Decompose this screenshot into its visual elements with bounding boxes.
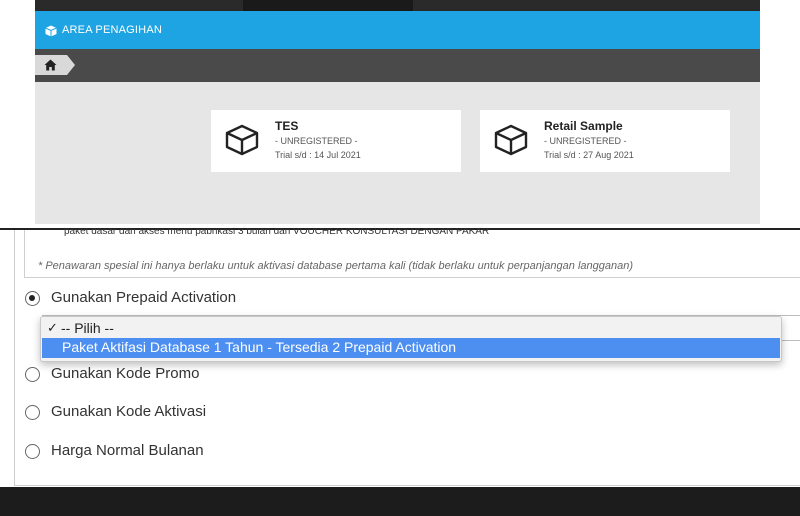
radio-label-prepaid-activation: Gunakan Prepaid Activation [51,289,237,306]
top-window-tab [243,0,413,11]
radio-label-promo-code: Gunakan Kode Promo [51,365,200,382]
top-window-bar [35,0,760,11]
box-icon [45,24,57,37]
dropdown-option-paket-aktifasi[interactable]: Paket Aktifasi Database 1 Tahun - Tersed… [42,338,780,358]
radio-normal-monthly-price[interactable] [25,444,40,459]
card-title: TES [275,119,299,133]
card-trial-date: Trial s/d : 14 Jul 2021 [275,150,361,160]
card-title: Retail Sample [544,119,623,133]
prepaid-dropdown-menu: ✓ -- Pilih -- Paket Aktifasi Database 1 … [40,316,782,362]
area-header-bar: AREA PENAGIHAN [35,11,760,49]
checkmark-icon: ✓ [47,320,58,335]
breadcrumb [35,49,760,82]
radio-activation-code[interactable] [25,405,40,420]
promo-note: * Penawaran spesial ini hanya berlaku un… [38,260,633,272]
radio-label-normal-monthly-price: Harga Normal Bulanan [51,442,204,459]
database-card-retail-sample[interactable]: Retail Sample - UNREGISTERED - Trial s/d… [480,110,730,172]
card-trial-date: Trial s/d : 27 Aug 2021 [544,150,634,160]
breadcrumb-home[interactable] [35,55,75,75]
promo-description: paket dasar dan akses menu pabrikasi 3 b… [64,228,490,237]
card-status: - UNREGISTERED - [544,136,627,146]
home-icon [44,59,57,71]
area-title: AREA PENAGIHAN [62,24,162,36]
radio-prepaid-activation[interactable] [25,291,40,306]
card-status: - UNREGISTERED - [275,136,358,146]
dropdown-option-label: -- Pilih -- [61,320,114,336]
billing-area-panel: AREA PENAGIHAN TES - UNREGISTERED - Tria… [35,0,760,224]
activation-options-panel: paket dasar dan akses menu pabrikasi 3 b… [0,228,800,516]
dropdown-option-label: Paket Aktifasi Database 1 Tahun - Tersed… [62,339,457,355]
database-card-tes[interactable]: TES - UNREGISTERED - Trial s/d : 14 Jul … [211,110,461,172]
box-icon [494,124,528,161]
radio-promo-code[interactable] [25,367,40,382]
dropdown-option-pilih[interactable]: ✓ -- Pilih -- [41,318,781,338]
radio-label-activation-code: Gunakan Kode Aktivasi [51,403,207,420]
bottom-dark-bar [0,487,800,516]
box-icon [225,124,259,161]
